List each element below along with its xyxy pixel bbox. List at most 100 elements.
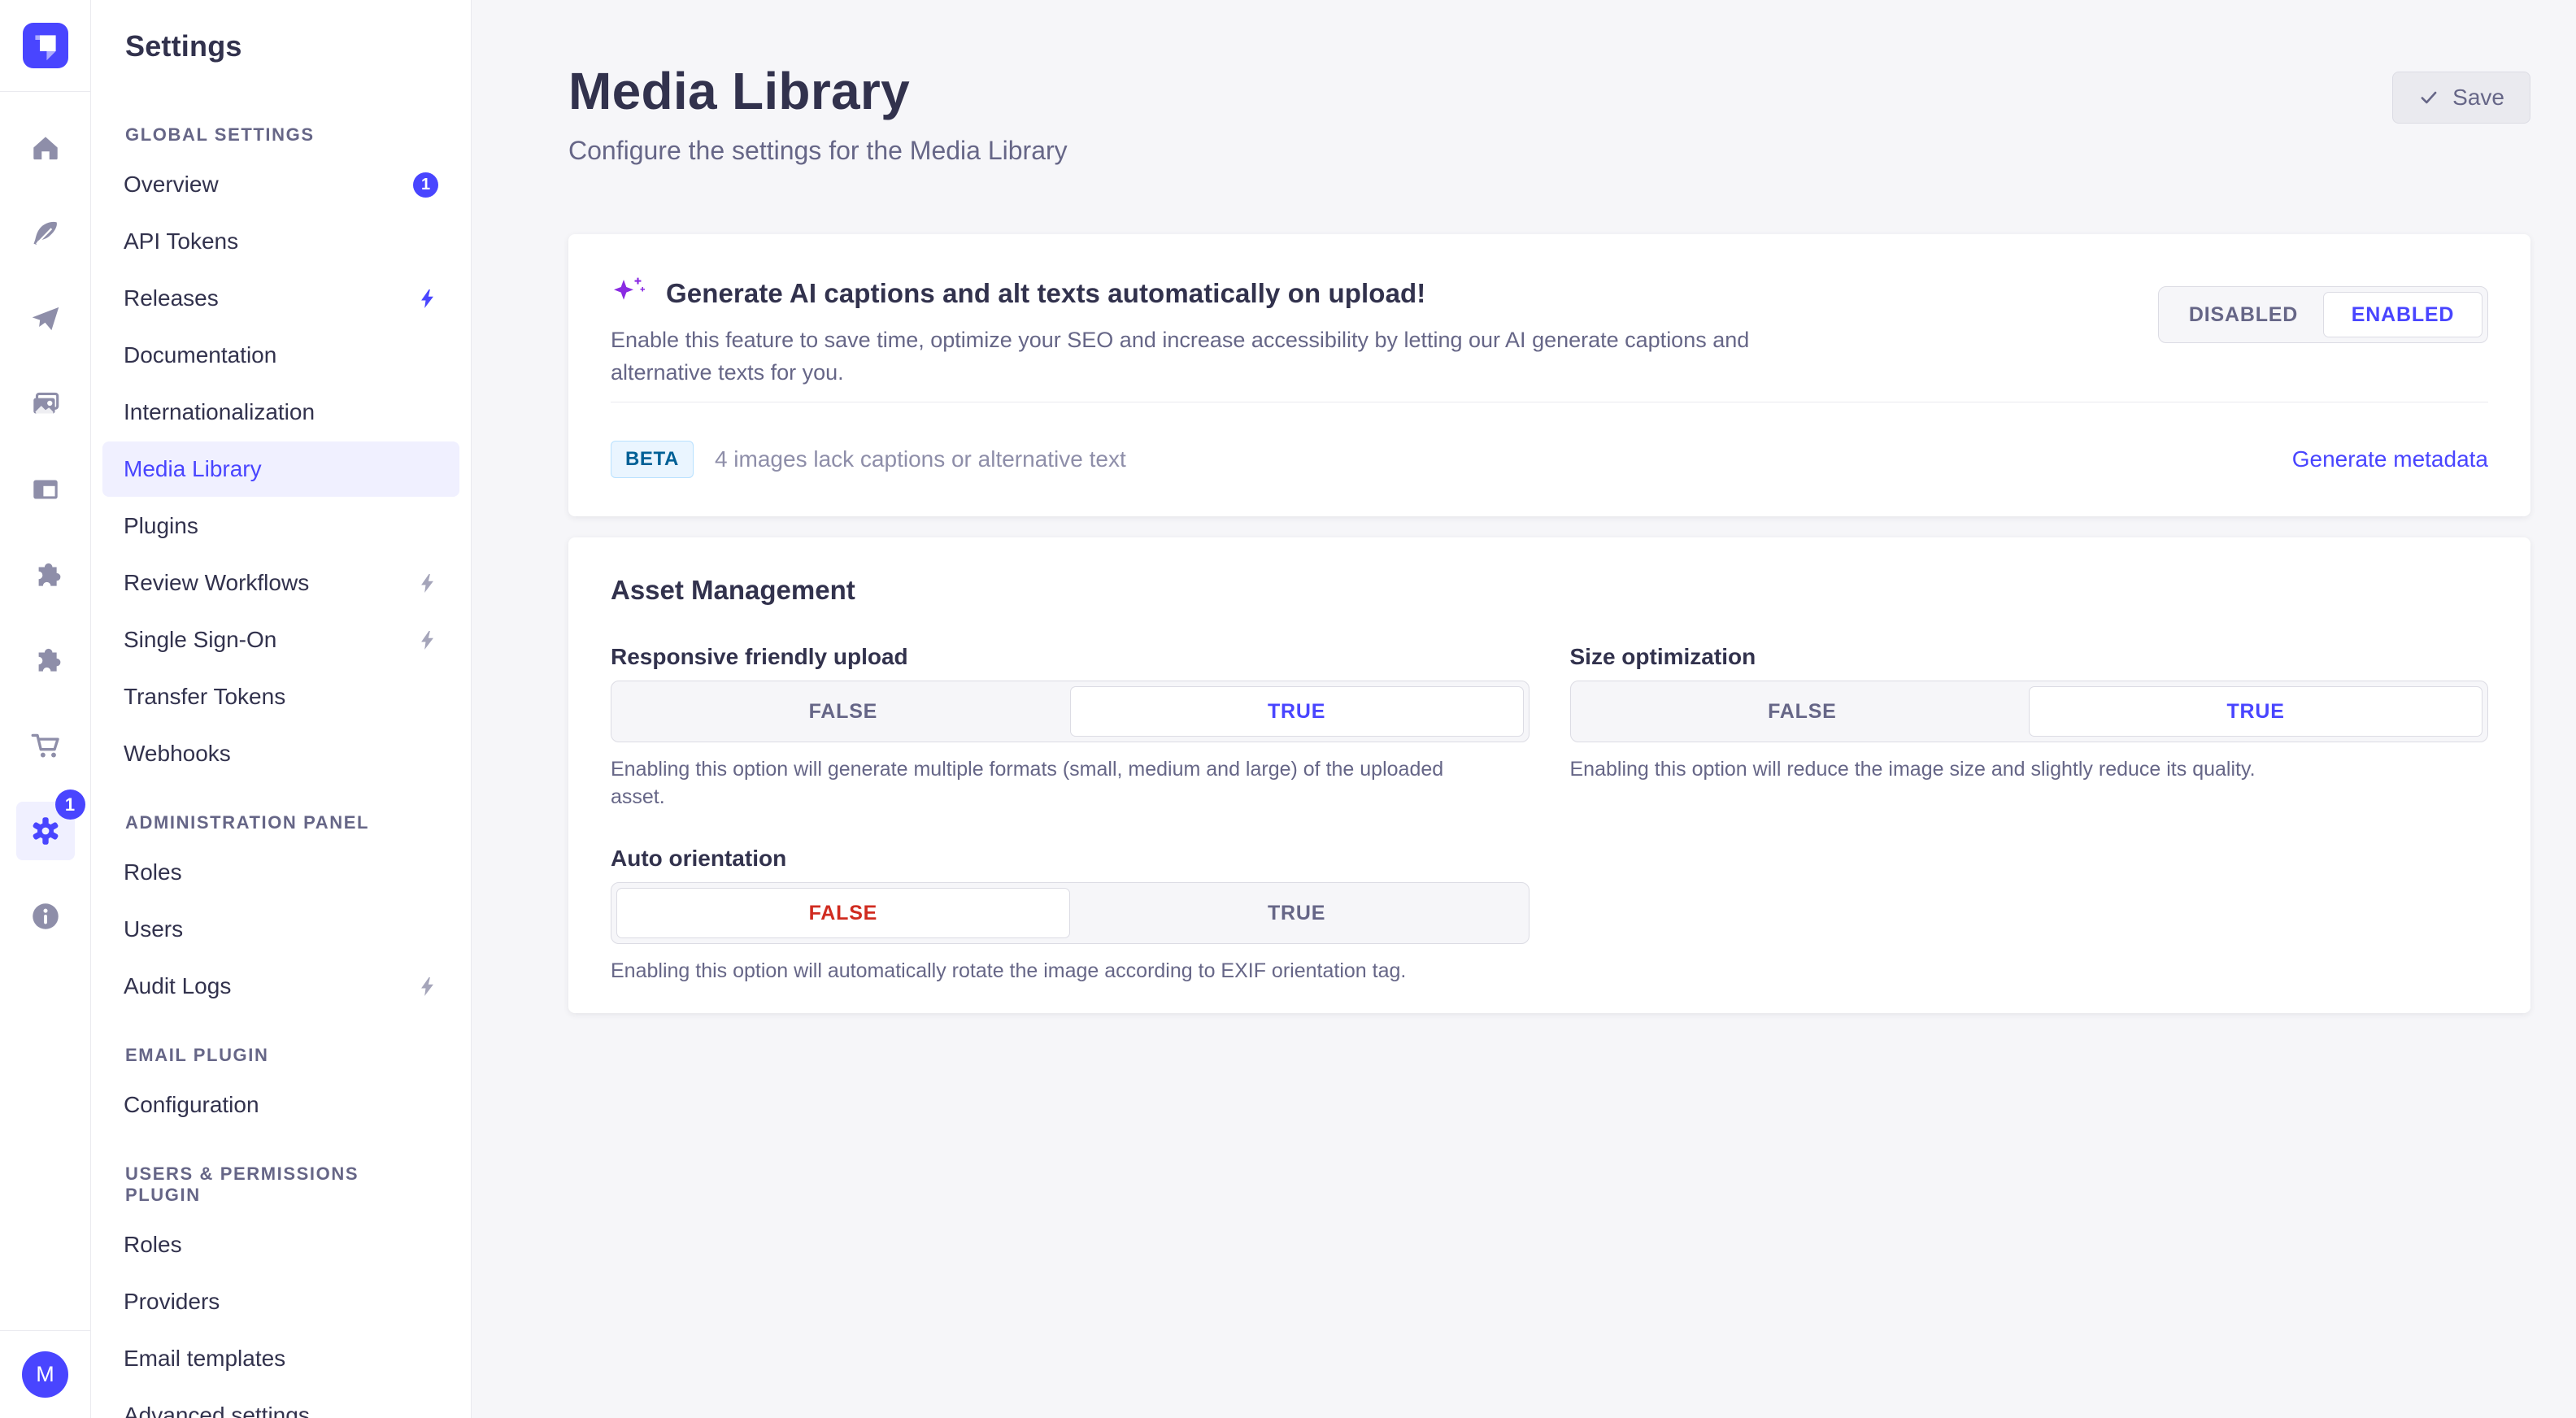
settings-menu: GLOBAL SETTINGS Overview 1 API Tokens Re… [91, 92, 471, 1418]
sidebar-item-internationalization[interactable]: Internationalization [102, 385, 459, 440]
sidebar-item-label: Configuration [124, 1092, 259, 1118]
sidebar-item-label: Releases [124, 285, 219, 311]
field-hint: Enabling this option will generate multi… [611, 755, 1473, 811]
field-label: Auto orientation [611, 845, 1530, 872]
section-administration-panel: ADMINISTRATION PANEL Roles Users Audit L… [102, 801, 459, 1014]
beta-badge: BETA [611, 441, 694, 478]
ai-banner-description: Enable this feature to save time, optimi… [611, 324, 1855, 389]
sidebar-item-label: Roles [124, 1232, 182, 1258]
nav-content-manager[interactable] [16, 460, 75, 519]
sidebar-item-label: Webhooks [124, 741, 231, 767]
info-icon [28, 899, 63, 933]
sidebar-item-label: Single Sign-On [124, 627, 276, 653]
user-avatar[interactable]: M [22, 1351, 68, 1398]
nav-marketplace[interactable] [16, 716, 75, 775]
nav-content-type-builder[interactable] [16, 204, 75, 263]
sidebar-item-review-workflows[interactable]: Review Workflows [102, 555, 459, 611]
toggle-option-disabled[interactable]: DISABLED [2164, 292, 2323, 337]
sidebar-item-documentation[interactable]: Documentation [102, 328, 459, 383]
missing-captions-status: 4 images lack captions or alternative te… [715, 446, 1126, 472]
sidebar-item-api-tokens[interactable]: API Tokens [102, 214, 459, 269]
rail-top [0, 0, 90, 92]
lightning-icon [416, 629, 438, 651]
ai-banner-row: Generate AI captions and alt texts autom… [568, 234, 2530, 402]
nav-marketplace-plugins[interactable] [16, 631, 75, 689]
strapi-logo[interactable] [23, 23, 68, 68]
ai-banner-text: Generate AI captions and alt texts autom… [611, 275, 2109, 389]
sidebar-item-audit-logs[interactable]: Audit Logs [102, 959, 459, 1014]
sidebar-item-configuration[interactable]: Configuration [102, 1077, 459, 1133]
sidebar-item-media-library[interactable]: Media Library [102, 441, 459, 497]
sidebar-item-label: Plugins [124, 513, 198, 539]
field-hint: Enabling this option will automatically … [611, 957, 1473, 985]
sparkles-icon [611, 275, 648, 312]
auto-orientation-toggle: FALSE TRUE [611, 882, 1530, 944]
asset-management-title: Asset Management [611, 575, 2488, 606]
toggle-option-enabled[interactable]: ENABLED [2323, 292, 2482, 337]
page-subtitle: Configure the settings for the Media Lib… [568, 135, 1068, 166]
rail-bottom: M [0, 1330, 90, 1418]
sidebar-item-providers[interactable]: Providers [102, 1274, 459, 1329]
sidebar-title: Settings [125, 29, 242, 63]
sidebar-item-label: Users [124, 916, 183, 942]
sidebar-item-users[interactable]: Users [102, 902, 459, 957]
sidebar-item-releases[interactable]: Releases [102, 271, 459, 326]
sidebar-item-up-roles[interactable]: Roles [102, 1217, 459, 1272]
toggle-option-false[interactable]: FALSE [616, 686, 1070, 737]
settings-sidebar: Settings GLOBAL SETTINGS Overview 1 API … [91, 0, 472, 1418]
field-label: Responsive friendly upload [611, 643, 1530, 671]
home-icon [28, 131, 63, 165]
page-title: Media Library [568, 62, 1068, 120]
nav-releases[interactable] [16, 289, 75, 348]
sidebar-item-label: Advanced settings [124, 1403, 310, 1418]
nav-media-library[interactable] [16, 375, 75, 433]
main-content: Media Library Configure the settings for… [472, 0, 2576, 1418]
sidebar-item-label: Internationalization [124, 399, 315, 425]
sidebar-item-label: Email templates [124, 1346, 285, 1372]
generate-metadata-link[interactable]: Generate metadata [2292, 446, 2488, 472]
sidebar-item-label: Roles [124, 859, 182, 885]
field-auto-orientation: Auto orientation FALSE TRUE Enabling thi… [611, 845, 1530, 985]
page-header: Media Library Configure the settings for… [568, 0, 2530, 166]
sidebar-item-label: Audit Logs [124, 973, 231, 999]
ai-enabled-toggle: DISABLED ENABLED [2158, 286, 2488, 343]
rail-nav: 1 [0, 92, 90, 972]
feather-icon [28, 216, 63, 250]
nav-home[interactable] [16, 119, 75, 177]
ai-banner-title: Generate AI captions and alt texts autom… [666, 278, 1425, 309]
sidebar-item-transfer-tokens[interactable]: Transfer Tokens [102, 669, 459, 724]
save-button[interactable]: Save [2392, 72, 2530, 124]
puzzle-icon [28, 643, 63, 677]
sidebar-item-label: Media Library [124, 456, 262, 482]
field-hint: Enabling this option will reduce the ima… [1570, 755, 2432, 783]
ai-banner-footer: BETA 4 images lack captions or alternati… [568, 402, 2530, 516]
field-label: Size optimization [1570, 643, 2489, 671]
sidebar-item-advanced-settings[interactable]: Advanced settings [102, 1388, 459, 1418]
field-size-optimization: Size optimization FALSE TRUE Enabling th… [1570, 643, 2489, 811]
sidebar-item-overview[interactable]: Overview 1 [102, 157, 459, 212]
toggle-option-true[interactable]: TRUE [1070, 888, 1524, 938]
sidebar-item-roles[interactable]: Roles [102, 845, 459, 900]
sidebar-item-single-sign-on[interactable]: Single Sign-On [102, 612, 459, 668]
sidebar-item-webhooks[interactable]: Webhooks [102, 726, 459, 781]
toggle-option-false[interactable]: FALSE [1576, 686, 2030, 737]
strapi-logo-icon [23, 23, 68, 68]
asset-fields-grid: Responsive friendly upload FALSE TRUE En… [611, 643, 2488, 985]
puzzle-icon [28, 558, 63, 592]
toggle-option-true[interactable]: TRUE [1070, 686, 1524, 737]
field-responsive-friendly-upload: Responsive friendly upload FALSE TRUE En… [611, 643, 1530, 811]
sidebar-item-label: Overview [124, 172, 219, 198]
toggle-option-true[interactable]: TRUE [2029, 686, 2482, 737]
save-button-label: Save [2452, 85, 2504, 111]
sidebar-item-label: Documentation [124, 342, 276, 368]
cart-icon [28, 729, 63, 763]
settings-sidebar-header: Settings [91, 0, 471, 92]
page-header-text: Media Library Configure the settings for… [568, 62, 1068, 166]
lightning-icon [416, 976, 438, 998]
toggle-option-false[interactable]: FALSE [616, 888, 1070, 938]
nav-plugins[interactable] [16, 546, 75, 604]
sidebar-item-plugins[interactable]: Plugins [102, 498, 459, 554]
nav-help[interactable] [16, 887, 75, 946]
nav-settings[interactable]: 1 [16, 802, 75, 860]
sidebar-item-email-templates[interactable]: Email templates [102, 1331, 459, 1386]
